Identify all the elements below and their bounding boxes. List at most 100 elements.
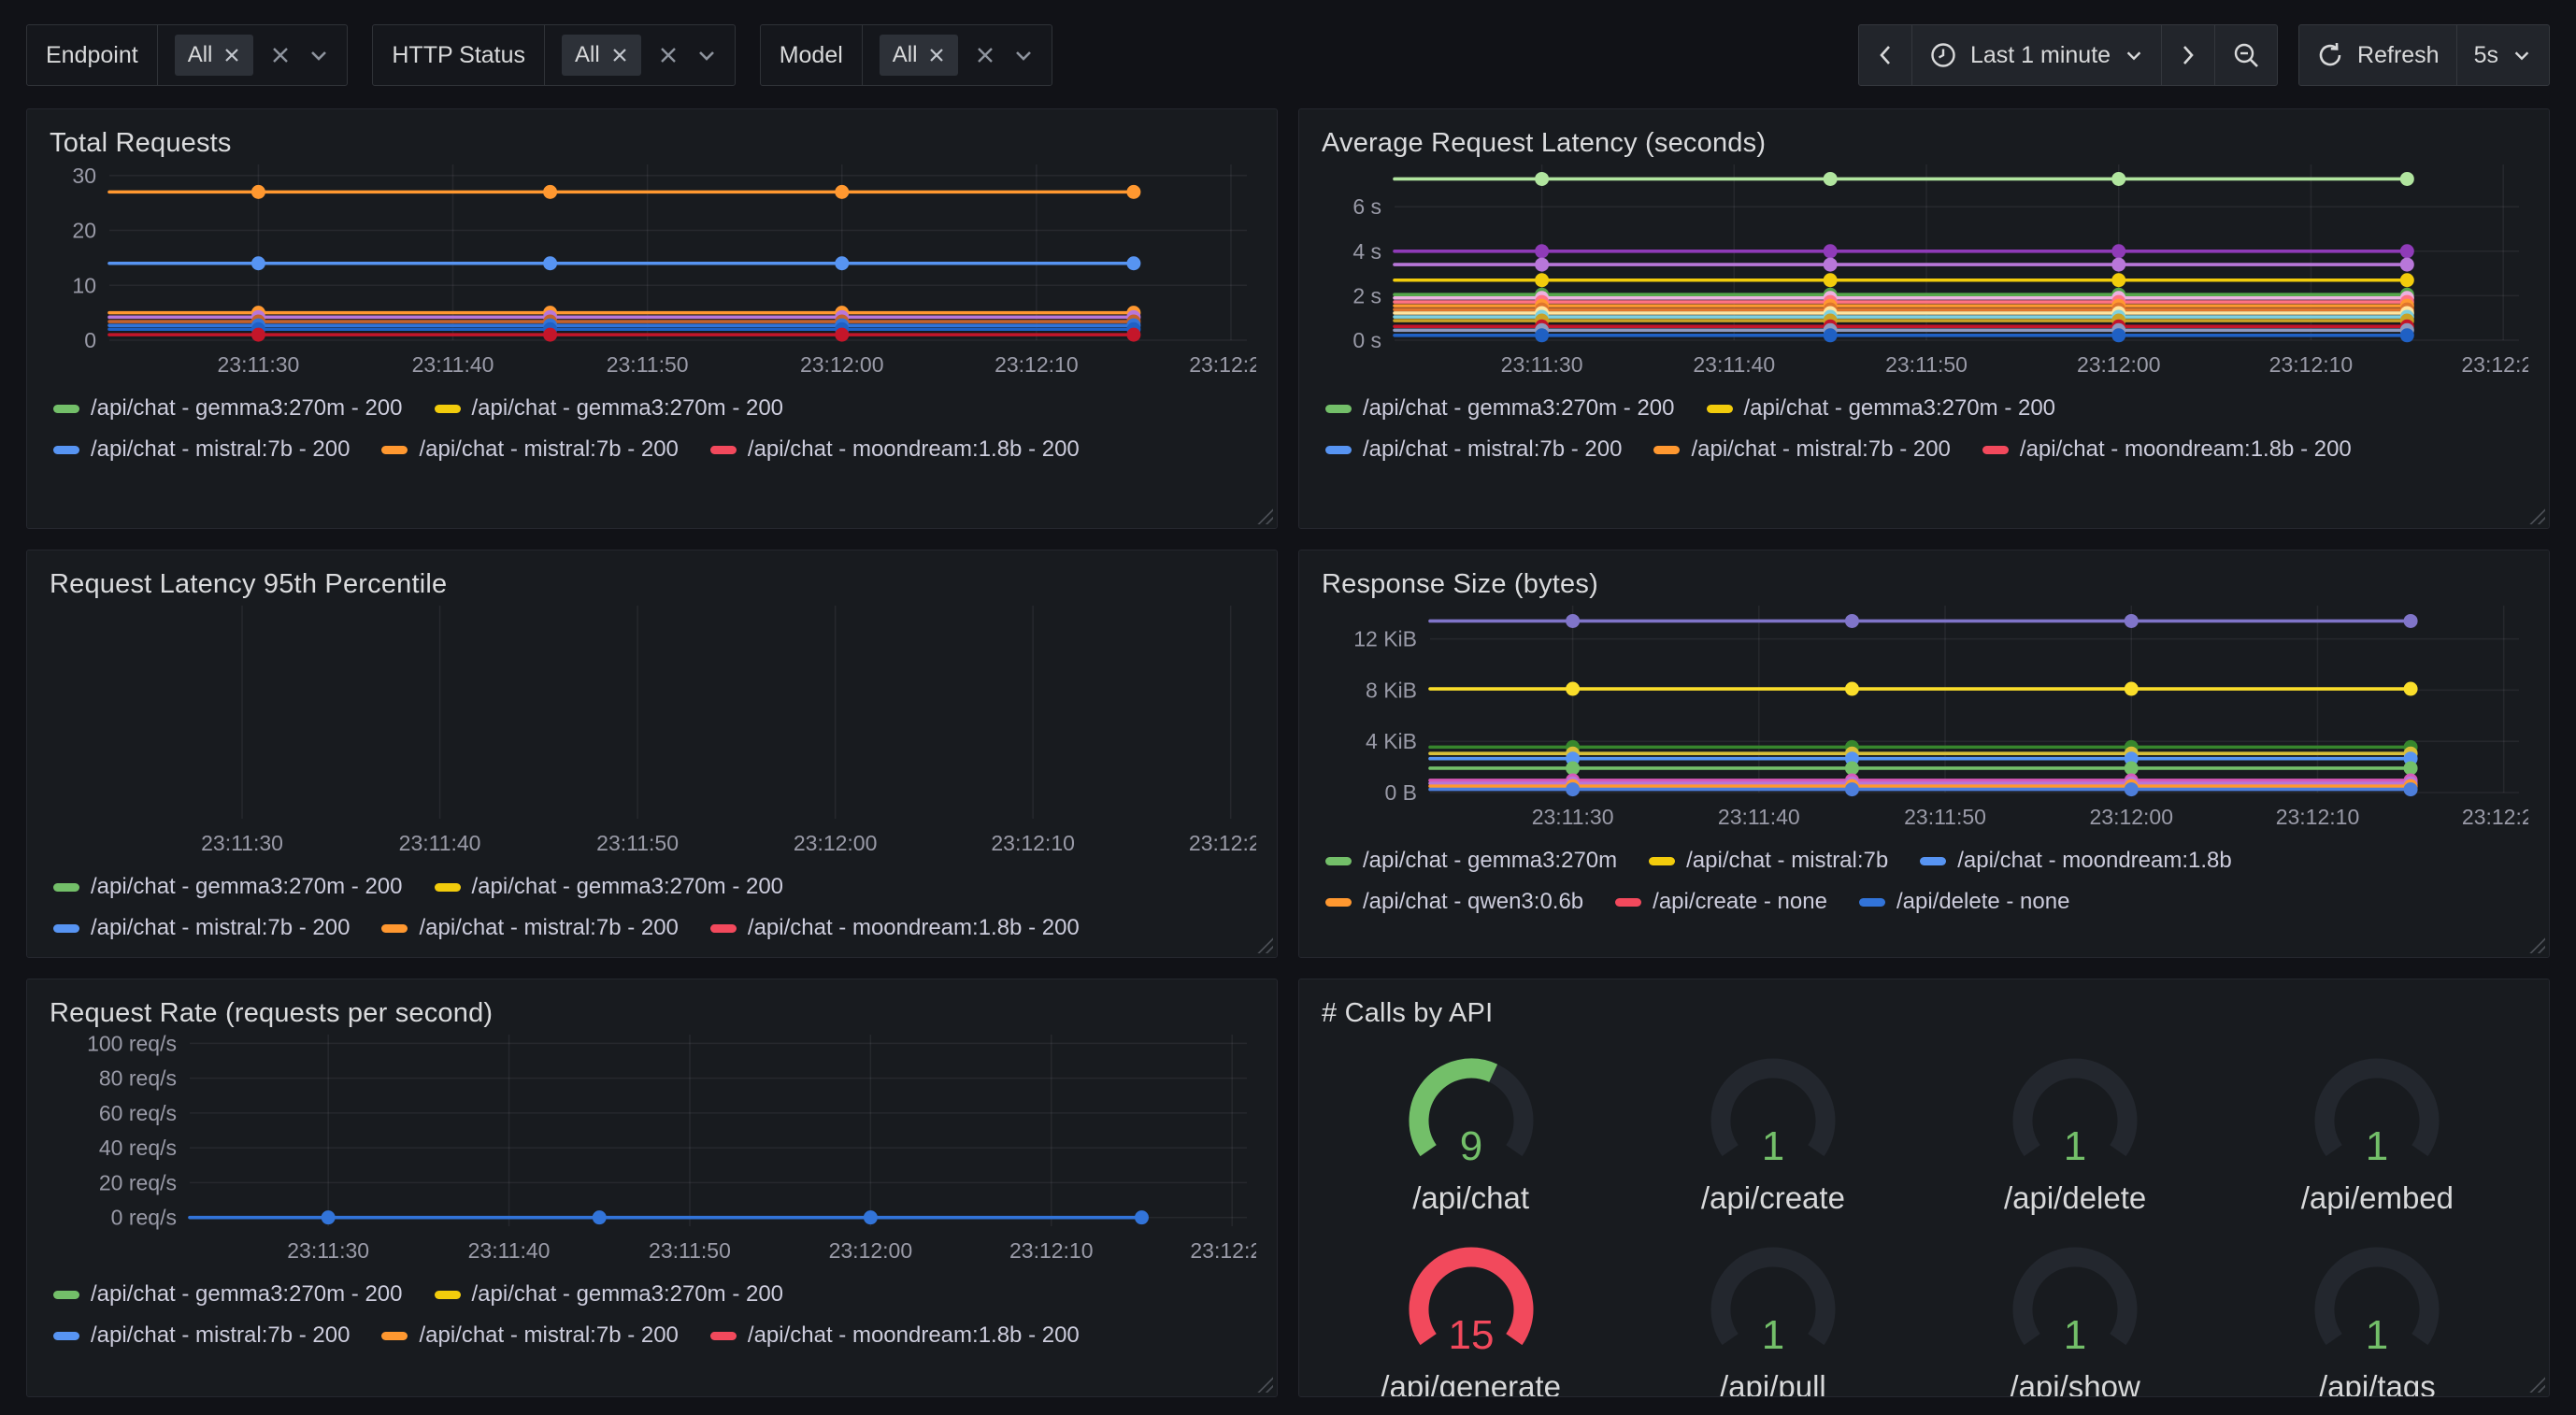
gauge-arc: 1 [1976,1244,2174,1369]
legend-item[interactable]: /api/chat - mistral:7b - 200 [53,915,350,941]
refresh-interval-label: 5s [2474,42,2498,69]
svg-text:23:11:40: 23:11:40 [399,831,481,855]
refresh-interval-button[interactable]: 5s [2456,24,2550,86]
avg_latency-plot[interactable]: 0 s2 s4 s6 s23:11:3023:11:4023:11:5023:1… [1320,164,2528,379]
legend-label: /api/chat - mistral:7b - 200 [91,436,350,463]
clear-filter-icon[interactable] [270,45,291,65]
total_requests-plot[interactable]: 010203023:11:3023:11:4023:11:5023:12:002… [48,164,1256,379]
svg-text:80 req/s: 80 req/s [99,1066,177,1091]
legend-item[interactable]: /api/chat - gemma3:270m - 200 [435,874,784,900]
legend-item[interactable]: /api/delete - none [1859,889,2069,915]
filter-http-status-label: HTTP Status [373,25,545,85]
filter-endpoint-value[interactable]: All [158,25,348,85]
gauge-value: 1 [1762,1312,1784,1358]
gauge-value: 1 [2366,1123,2388,1169]
time-range-button[interactable]: Last 1 minute [1911,24,2162,86]
legend-swatch [53,1332,79,1340]
panel-title[interactable]: Request Rate (requests per second) [50,998,1256,1029]
legend: /api/chat - gemma3:270m - 200/api/chat -… [53,1281,1256,1349]
panel-response-size: Response Size (bytes) 0 B4 KiB8 KiB12 Ki… [1298,550,2550,958]
legend-swatch [710,924,737,933]
legend-item[interactable]: /api/chat - mistral:7b - 200 [1325,436,1622,463]
legend-item[interactable]: /api/chat - gemma3:270m - 200 [1707,395,2056,422]
clear-filter-icon[interactable] [658,45,679,65]
filter-model-chip[interactable]: All [880,35,959,76]
legend-item[interactable]: /api/chat - mistral:7b - 200 [381,1322,678,1349]
legend-item[interactable]: /api/chat - moondream:1.8b - 200 [1982,436,2352,463]
filter-endpoint-chip[interactable]: All [175,35,254,76]
legend-item[interactable]: /api/chat - mistral:7b - 200 [381,436,678,463]
legend-item[interactable]: /api/chat - mistral:7b [1649,848,1888,874]
filter-http-status: HTTP Status All [372,24,735,86]
svg-text:23:12:20: 23:12:20 [2461,352,2528,377]
legend-swatch [381,924,408,933]
chevron-down-icon [2124,45,2144,65]
panel-request-rate: Request Rate (requests per second) 0 req… [26,979,1278,1397]
legend-item[interactable]: /api/chat - moondream:1.8b - 200 [710,915,1080,941]
legend-item[interactable]: /api/chat - gemma3:270m - 200 [53,874,403,900]
chevron-down-icon[interactable] [1012,44,1035,66]
chevron-down-icon[interactable] [308,44,330,66]
legend-item[interactable]: /api/chat - gemma3:270m - 200 [1325,395,1675,422]
legend-item[interactable]: /api/chat - gemma3:270m - 200 [435,395,784,422]
chevron-right-icon [2179,43,2197,67]
legend-item[interactable]: /api/create - none [1615,889,1827,915]
chevron-left-icon [1876,43,1895,67]
filter-http-status-value[interactable]: All [545,25,735,85]
legend-swatch [53,883,79,892]
legend-item[interactable]: /api/chat - moondream:1.8b - 200 [710,1322,1080,1349]
gauge-api-tags: 1/api/tags [2226,1244,2528,1397]
svg-text:23:12:00: 23:12:00 [829,1238,913,1263]
legend-item[interactable]: /api/chat - gemma3:270m - 200 [435,1281,784,1308]
panel-title[interactable]: Request Latency 95th Percentile [50,569,1256,600]
legend-item[interactable]: /api/chat - mistral:7b - 200 [53,436,350,463]
svg-text:23:11:40: 23:11:40 [1718,805,1800,829]
legend-swatch [710,446,737,454]
toolbar: Endpoint All HTTP Status [26,22,2550,88]
legend-item[interactable]: /api/chat - mistral:7b - 200 [53,1322,350,1349]
response-size-chart[interactable]: 0 B4 KiB8 KiB12 KiB23:11:3023:11:4023:11… [1320,606,2528,915]
legend-label: /api/chat - gemma3:270m [1363,848,1617,874]
latency_p95-plot[interactable]: 23:11:3023:11:4023:11:5023:12:0023:12:10… [48,606,1256,858]
legend-item[interactable]: /api/chat - gemma3:270m - 200 [53,395,403,422]
response_size-plot[interactable]: 0 B4 KiB8 KiB12 KiB23:11:3023:11:4023:11… [1320,606,2528,832]
total-requests-chart[interactable]: 010203023:11:3023:11:4023:11:5023:12:002… [48,164,1256,463]
zoom-out-button[interactable] [2214,24,2278,86]
svg-text:23:11:40: 23:11:40 [1693,352,1775,377]
legend-item[interactable]: /api/chat - gemma3:270m - 200 [53,1281,403,1308]
time-forward-button[interactable] [2161,24,2215,86]
panel-title[interactable]: Response Size (bytes) [1322,569,2528,600]
svg-text:12 KiB: 12 KiB [1353,627,1417,651]
remove-value-icon[interactable] [223,47,240,64]
filter-bar: Endpoint All HTTP Status [26,24,1052,86]
filter-http-status-chip[interactable]: All [562,35,641,76]
refresh-label: Refresh [2357,42,2440,69]
request-rate-chart[interactable]: 0 req/s20 req/s40 req/s60 req/s80 req/s1… [48,1035,1256,1349]
time-back-button[interactable] [1858,24,1912,86]
remove-value-icon[interactable] [928,47,945,64]
svg-text:0 B: 0 B [1384,780,1417,805]
legend-item[interactable]: /api/chat - mistral:7b - 200 [1653,436,1950,463]
time-range-label: Last 1 minute [1970,42,2111,69]
request_rate-plot[interactable]: 0 req/s20 req/s40 req/s60 req/s80 req/s1… [48,1035,1256,1265]
svg-text:23:12:10: 23:12:10 [991,831,1075,855]
panel-title[interactable]: # Calls by API [1322,998,2528,1029]
legend-label: /api/chat - moondream:1.8b - 200 [748,1322,1080,1349]
latency-p95-chart[interactable]: 23:11:3023:11:4023:11:5023:12:0023:12:10… [48,606,1256,941]
svg-text:23:12:00: 23:12:00 [794,831,878,855]
svg-text:23:12:10: 23:12:10 [995,352,1079,377]
filter-model-value[interactable]: All [863,25,1052,85]
panel-title[interactable]: Average Request Latency (seconds) [1322,128,2528,159]
legend-item[interactable]: /api/chat - gemma3:270m [1325,848,1617,874]
panel-title[interactable]: Total Requests [50,128,1256,159]
legend-item[interactable]: /api/chat - mistral:7b - 200 [381,915,678,941]
legend-item[interactable]: /api/chat - moondream:1.8b - 200 [710,436,1080,463]
legend-label: /api/chat - gemma3:270m - 200 [472,1281,784,1308]
clear-filter-icon[interactable] [975,45,995,65]
chevron-down-icon[interactable] [695,44,718,66]
legend-item[interactable]: /api/chat - moondream:1.8b [1920,848,2232,874]
refresh-button[interactable]: Refresh [2298,24,2457,86]
legend-item[interactable]: /api/chat - qwen3:0.6b [1325,889,1583,915]
avg-latency-chart[interactable]: 0 s2 s4 s6 s23:11:3023:11:4023:11:5023:1… [1320,164,2528,463]
remove-value-icon[interactable] [611,47,628,64]
